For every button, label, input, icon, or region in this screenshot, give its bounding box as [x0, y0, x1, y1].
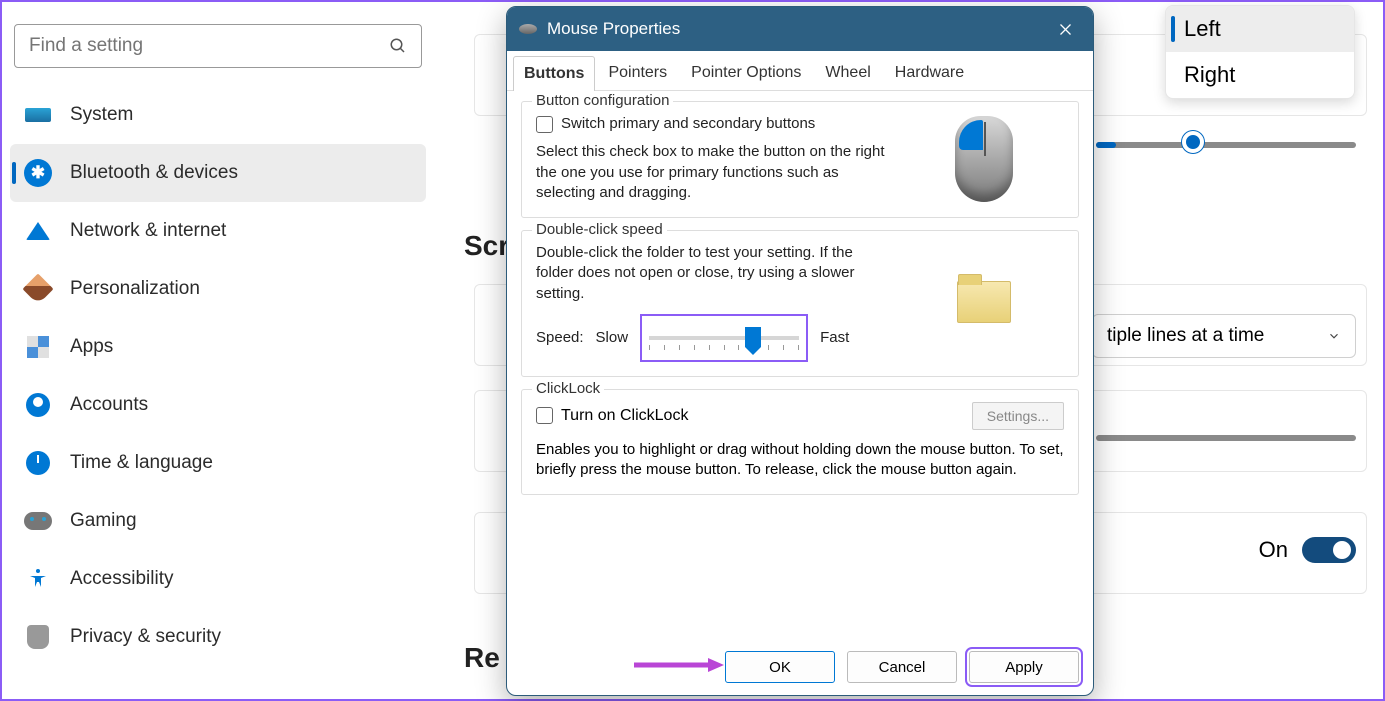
- checkbox-label: Turn on ClickLock: [561, 407, 688, 425]
- tab-pointer-options[interactable]: Pointer Options: [680, 55, 812, 90]
- wifi-icon: [26, 222, 50, 240]
- bluetooth-icon: ✱: [24, 159, 52, 187]
- slider-thumb[interactable]: [1182, 131, 1204, 153]
- sidebar-item-accessibility[interactable]: Accessibility: [10, 550, 426, 608]
- mouse-properties-dialog: Mouse Properties Buttons Pointers Pointe…: [506, 6, 1094, 696]
- sidebar-item-network[interactable]: Network & internet: [10, 202, 426, 260]
- group-legend: ClickLock: [532, 380, 604, 397]
- ok-button[interactable]: OK: [725, 651, 835, 683]
- double-click-speed-slider[interactable]: [649, 336, 799, 340]
- sidebar-item-label: System: [70, 104, 133, 126]
- brush-icon: [22, 273, 53, 304]
- group-double-click-speed: Double-click speed Double-click the fold…: [521, 230, 1079, 377]
- search-icon: [389, 37, 407, 55]
- lines-to-scroll-slider[interactable]: [1096, 435, 1356, 441]
- dialog-titlebar[interactable]: Mouse Properties: [507, 7, 1093, 51]
- chevron-down-icon: [1327, 329, 1341, 343]
- fast-label: Fast: [820, 328, 849, 348]
- switch-buttons-checkbox[interactable]: Switch primary and secondary buttons: [536, 114, 890, 134]
- sidebar-item-personalization[interactable]: Personalization: [10, 260, 426, 318]
- clicklock-settings-button: Settings...: [972, 402, 1064, 430]
- group-description: Double-click the folder to test your set…: [536, 243, 890, 304]
- search-box[interactable]: [14, 24, 422, 68]
- sidebar-item-privacy-security[interactable]: Privacy & security: [10, 608, 426, 666]
- settings-sidebar: System ✱ Bluetooth & devices Network & in…: [2, 2, 434, 699]
- group-legend: Double-click speed: [532, 221, 667, 238]
- dialog-panel: Button configuration Switch primary and …: [507, 91, 1093, 643]
- sidebar-item-label: Network & internet: [70, 220, 226, 242]
- cancel-button[interactable]: Cancel: [847, 651, 957, 683]
- scroll-mode-dropdown[interactable]: tiple lines at a time: [1092, 314, 1356, 358]
- sidebar-item-label: Gaming: [70, 510, 137, 532]
- dialog-tabs: Buttons Pointers Pointer Options Wheel H…: [507, 51, 1093, 91]
- gamepad-icon: [24, 512, 52, 530]
- sidebar-item-apps[interactable]: Apps: [10, 318, 426, 376]
- sidebar-item-gaming[interactable]: Gaming: [10, 492, 426, 550]
- scroll-inactive-toggle-row: On: [1259, 537, 1356, 563]
- mouse-icon: [519, 24, 537, 34]
- tab-buttons[interactable]: Buttons: [513, 56, 595, 91]
- sidebar-item-time-language[interactable]: Time & language: [10, 434, 426, 492]
- slow-label: Slow: [596, 328, 629, 348]
- close-button[interactable]: [1043, 7, 1087, 51]
- apps-icon: [27, 336, 49, 358]
- group-description: Enables you to highlight or drag without…: [536, 440, 1064, 481]
- slider-thumb[interactable]: [745, 327, 761, 347]
- sidebar-item-bluetooth-devices[interactable]: ✱ Bluetooth & devices: [10, 144, 426, 202]
- clock-icon: [26, 451, 50, 475]
- close-icon: [1058, 22, 1073, 37]
- settings-nav: System ✱ Bluetooth & devices Network & in…: [10, 86, 426, 666]
- group-clicklock: ClickLock Turn on ClickLock Settings... …: [521, 389, 1079, 496]
- group-legend: Button configuration: [532, 92, 673, 109]
- checkbox-box[interactable]: [536, 116, 553, 133]
- primary-button-option-left[interactable]: Left: [1166, 6, 1354, 52]
- sidebar-item-label: Accounts: [70, 394, 148, 416]
- sidebar-item-label: Time & language: [70, 452, 213, 474]
- sidebar-item-label: Apps: [70, 336, 113, 358]
- dialog-button-row: OK Cancel Apply: [507, 643, 1093, 695]
- sidebar-item-label: Bluetooth & devices: [70, 162, 238, 184]
- scroll-inactive-toggle[interactable]: [1302, 537, 1356, 563]
- checkbox-box[interactable]: [536, 407, 553, 424]
- accessibility-icon: [26, 567, 50, 591]
- apply-button[interactable]: Apply: [969, 651, 1079, 683]
- tab-pointers[interactable]: Pointers: [597, 55, 678, 90]
- group-button-configuration: Button configuration Switch primary and …: [521, 101, 1079, 218]
- primary-button-option-right[interactable]: Right: [1166, 52, 1354, 98]
- mouse-illustration: [955, 116, 1013, 202]
- system-icon: [25, 108, 51, 122]
- tab-hardware[interactable]: Hardware: [884, 55, 975, 90]
- accounts-icon: [26, 393, 50, 417]
- toggle-label: On: [1259, 537, 1288, 563]
- sidebar-item-accounts[interactable]: Accounts: [10, 376, 426, 434]
- group-description: Select this check box to make the button…: [536, 142, 890, 203]
- double-click-slider-highlight: [640, 314, 808, 362]
- folder-test-icon[interactable]: [957, 281, 1011, 323]
- dialog-title: Mouse Properties: [547, 19, 1043, 39]
- cursor-speed-slider[interactable]: [1096, 142, 1356, 148]
- shield-icon: [27, 625, 49, 649]
- clicklock-checkbox[interactable]: Turn on ClickLock: [536, 407, 688, 425]
- search-input[interactable]: [29, 35, 389, 57]
- speed-label: Speed:: [536, 328, 584, 348]
- primary-button-dropdown[interactable]: Left Right: [1165, 5, 1355, 99]
- sidebar-item-label: Privacy & security: [70, 626, 221, 648]
- scroll-mode-value: tiple lines at a time: [1107, 325, 1264, 347]
- sidebar-item-label: Accessibility: [70, 568, 173, 590]
- sidebar-item-label: Personalization: [70, 278, 200, 300]
- checkbox-label: Switch primary and secondary buttons: [561, 114, 815, 134]
- sidebar-item-system[interactable]: System: [10, 86, 426, 144]
- tab-wheel[interactable]: Wheel: [814, 55, 881, 90]
